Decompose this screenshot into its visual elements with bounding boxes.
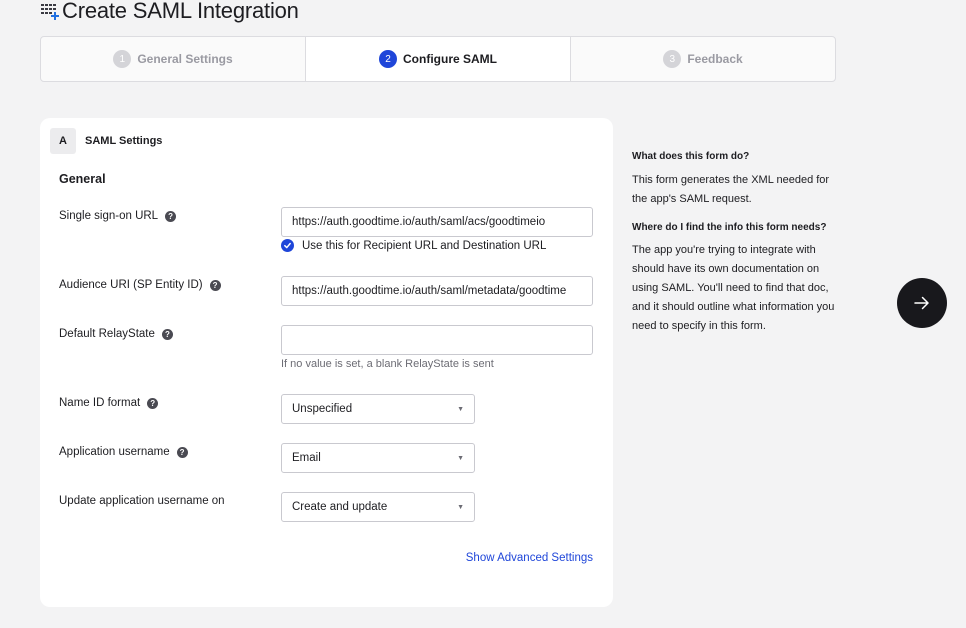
step-label: Configure SAML	[403, 52, 497, 66]
recipient-url-checkbox-row[interactable]: Use this for Recipient URL and Destinati…	[281, 239, 546, 252]
name-id-format-label: Name ID format ?	[59, 397, 159, 409]
arrow-right-icon	[914, 296, 929, 310]
page-title-text: Create SAML Integration	[62, 0, 299, 23]
check-icon	[284, 242, 291, 249]
step-label: General Settings	[137, 52, 233, 66]
section-title: SAML Settings	[85, 135, 163, 147]
caret-down-icon: ▼	[457, 454, 464, 462]
label-text: Audience URI (SP Entity ID)	[59, 279, 203, 291]
select-value: Create and update	[292, 501, 388, 513]
next-button[interactable]	[897, 278, 947, 328]
app-username-label: Application username ?	[59, 446, 188, 458]
update-username-select[interactable]: Create and update ▼	[281, 492, 475, 522]
question-circle-icon[interactable]: ?	[176, 446, 188, 458]
help-panel: What does this form do? This form genera…	[632, 150, 842, 336]
help-question: Where do I find the info this form needs…	[632, 222, 827, 233]
page-title: Create SAML Integration	[40, 0, 299, 24]
label-text: Update application username on	[59, 495, 225, 507]
progress-stepper: 1 General Settings 2 Configure SAML 3 Fe…	[40, 36, 836, 82]
select-value: Email	[292, 452, 321, 464]
sso-url-input[interactable]	[281, 207, 593, 237]
group-heading: General	[59, 172, 106, 186]
saml-settings-card: A SAML Settings General Single sign-on U…	[40, 118, 613, 607]
section-letter: A	[50, 128, 76, 154]
audience-uri-label: Audience URI (SP Entity ID) ?	[59, 279, 221, 291]
step-number: 2	[379, 50, 397, 68]
grid-plus-icon	[41, 4, 59, 20]
question-circle-icon[interactable]: ?	[165, 210, 177, 222]
question-circle-icon[interactable]: ?	[147, 397, 159, 409]
label-text: Application username	[59, 446, 170, 458]
help-answer: The app you're trying to integrate with …	[632, 244, 835, 332]
caret-down-icon: ▼	[457, 405, 464, 413]
label-text: Name ID format	[59, 397, 141, 409]
section-header: A SAML Settings	[50, 128, 162, 154]
label-text: Default RelayState	[59, 328, 155, 340]
help-question: What does this form do?	[632, 151, 750, 162]
select-value: Unspecified	[292, 403, 353, 415]
help-answer: This form generates the XML needed for t…	[632, 174, 830, 205]
recipient-url-checkbox[interactable]	[281, 239, 294, 252]
question-circle-icon[interactable]: ?	[209, 279, 221, 291]
relay-state-hint: If no value is set, a blank RelayState i…	[281, 358, 494, 370]
update-username-label: Update application username on	[59, 495, 225, 507]
step-number: 3	[663, 50, 682, 68]
step-configure-saml[interactable]: 2 Configure SAML	[306, 37, 571, 81]
checkbox-label: Use this for Recipient URL and Destinati…	[302, 239, 547, 252]
app-username-select[interactable]: Email ▼	[281, 443, 475, 473]
sso-url-label: Single sign-on URL ?	[59, 210, 177, 222]
relay-state-label: Default RelayState ?	[59, 328, 173, 340]
step-label: Feedback	[687, 52, 743, 66]
step-number: 1	[113, 50, 132, 68]
step-general-settings[interactable]: 1 General Settings	[41, 37, 306, 81]
caret-down-icon: ▼	[457, 503, 464, 511]
label-text: Single sign-on URL	[59, 210, 159, 222]
name-id-format-select[interactable]: Unspecified ▼	[281, 394, 475, 424]
show-advanced-settings-link[interactable]: Show Advanced Settings	[466, 552, 593, 564]
relay-state-input[interactable]	[281, 325, 593, 355]
step-feedback[interactable]: 3 Feedback	[571, 37, 835, 81]
question-circle-icon[interactable]: ?	[161, 328, 173, 340]
audience-uri-input[interactable]	[281, 276, 593, 306]
